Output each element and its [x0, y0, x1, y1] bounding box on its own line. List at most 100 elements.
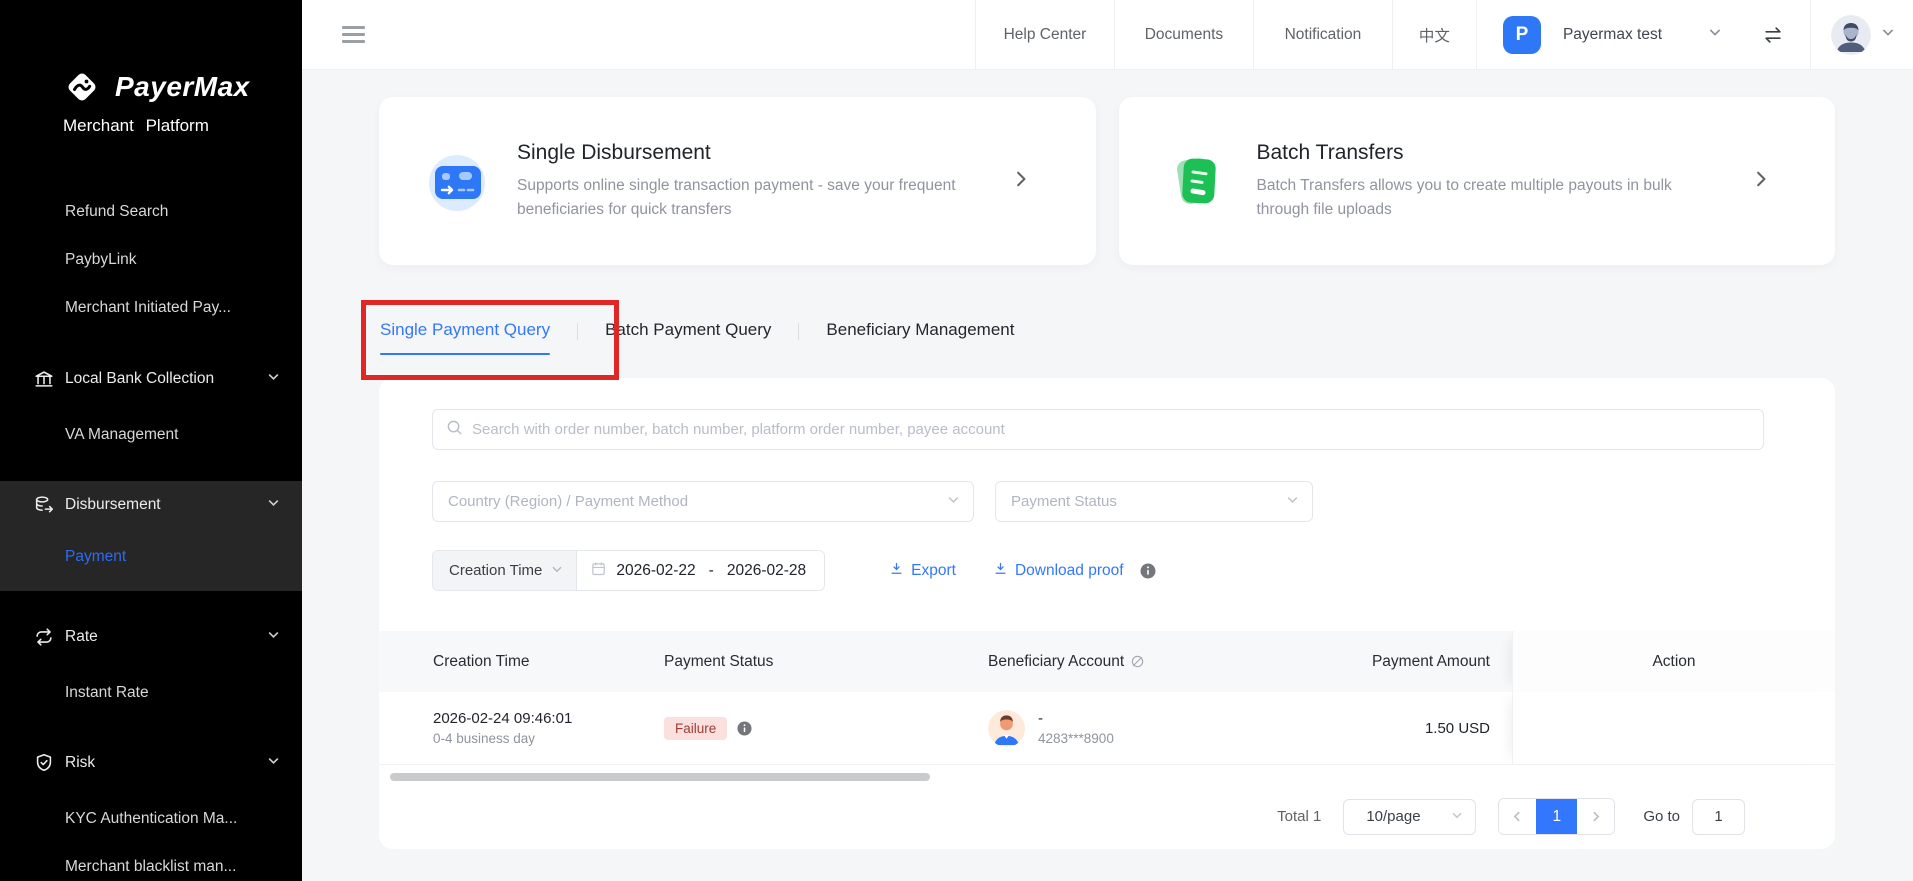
- time-filter-row: Creation Time 2026-02-22 - 2026-02-28 Ex…: [432, 550, 1835, 591]
- brand-logo: PayerMax: [62, 66, 302, 108]
- user-avatar: [1831, 14, 1871, 55]
- header-creation-time: Creation Time: [433, 652, 530, 670]
- payermax-logo-icon: [68, 73, 96, 101]
- time-type-select[interactable]: Creation Time: [433, 551, 578, 590]
- header-action: Action: [1512, 631, 1835, 692]
- payments-table: Creation Time Payment Status Beneficiary…: [379, 631, 1835, 781]
- topbar-notification[interactable]: Notification: [1252, 0, 1392, 69]
- search-bar: [432, 409, 1764, 450]
- shield-icon: [33, 752, 55, 774]
- chevron-down-icon: [267, 754, 280, 772]
- chevron-down-icon: [1451, 808, 1463, 825]
- payment-amount: 1.50 USD: [1424, 719, 1490, 737]
- calendar-icon: [590, 560, 607, 582]
- bank-icon: [33, 368, 55, 390]
- download-icon: [889, 561, 904, 581]
- topbar-help-center[interactable]: Help Center: [974, 0, 1114, 69]
- info-icon[interactable]: [737, 720, 752, 736]
- chevron-down-icon: [267, 496, 280, 514]
- sidebar-item-kyc-authentication[interactable]: KYC Authentication Ma...: [0, 795, 302, 843]
- main-area: Help Center Documents Notification 中文 P …: [302, 0, 1913, 881]
- card-title: Single Disbursement: [517, 141, 711, 165]
- beneficiary-account-number: 4283***8900: [1038, 731, 1114, 746]
- export-button[interactable]: Export: [889, 561, 956, 581]
- search-input[interactable]: [472, 421, 1763, 438]
- topbar-user-menu[interactable]: [1810, 0, 1913, 69]
- tab-single-payment-query[interactable]: Single Payment Query: [380, 320, 551, 355]
- header-beneficiary-account: Beneficiary Account: [988, 631, 1328, 692]
- exchange-icon: [33, 626, 55, 648]
- sidebar-item-refund-search[interactable]: Refund Search: [0, 188, 302, 236]
- row-business-days: 0-4 business day: [433, 731, 536, 746]
- sidebar-item-instant-rate[interactable]: Instant Rate: [0, 669, 302, 717]
- query-tabs: Single Payment Query Batch Payment Query…: [379, 311, 1835, 355]
- card-title: Batch Transfers: [1256, 141, 1404, 165]
- switch-account-icon[interactable]: [1762, 24, 1784, 46]
- sidebar-item-rate[interactable]: Rate: [0, 613, 302, 661]
- batch-transfers-card[interactable]: Batch Transfers Batch Transfers allows y…: [1118, 97, 1835, 265]
- topbar-account-switcher[interactable]: P Payermax test: [1475, 0, 1810, 69]
- sidebar-active-section: Disbursement Payment: [0, 481, 302, 591]
- date-end: 2026-02-28: [726, 561, 807, 579]
- sidebar-item-merchant-initiated-pay[interactable]: Merchant Initiated Pay...: [0, 284, 302, 332]
- chevron-down-icon: [551, 562, 563, 579]
- batch-doc-icon: [1165, 149, 1229, 213]
- topbar: Help Center Documents Notification 中文 P …: [302, 0, 1913, 70]
- chevron-down-icon: [1881, 25, 1895, 44]
- sidebar-item-merchant-blacklist[interactable]: Merchant blacklist man...: [0, 843, 302, 881]
- topbar-right: Help Center Documents Notification 中文 P …: [974, 0, 1913, 69]
- tab-beneficiary-management[interactable]: Beneficiary Management: [826, 320, 1014, 342]
- chevron-down-icon: [267, 370, 280, 388]
- page-number-current[interactable]: 1: [1536, 799, 1578, 834]
- promo-cards: Single Disbursement Supports online sing…: [379, 97, 1835, 265]
- card-description: Batch Transfers allows you to create mul…: [1256, 177, 1672, 218]
- topbar-documents[interactable]: Documents: [1113, 0, 1253, 69]
- chevron-right-icon: [1753, 171, 1769, 192]
- scrollbar-thumb[interactable]: [390, 773, 930, 781]
- next-page-button[interactable]: [1577, 799, 1615, 834]
- sidebar-item-risk[interactable]: Risk: [0, 739, 302, 787]
- header-payment-status: Payment Status: [664, 652, 774, 670]
- header-payment-amount: Payment Amount: [1371, 652, 1490, 670]
- date-separator: -: [708, 561, 714, 579]
- download-icon: [993, 561, 1008, 581]
- status-badge: Failure: [664, 716, 728, 740]
- download-proof-button[interactable]: Download proof: [993, 561, 1156, 581]
- chevron-right-icon: [1013, 171, 1029, 192]
- sidebar: PayerMax Merchant Platform Refund Search…: [0, 0, 302, 881]
- org-badge: P: [1502, 15, 1541, 54]
- eye-off-icon[interactable]: [1130, 654, 1145, 669]
- beneficiary-name: -: [1038, 710, 1043, 727]
- hamburger-menu-icon[interactable]: [336, 20, 371, 49]
- time-filter: Creation Time 2026-02-22 - 2026-02-28: [432, 550, 826, 591]
- sidebar-item-disbursement[interactable]: Disbursement: [0, 481, 302, 529]
- search-icon: [446, 419, 463, 441]
- topbar-language-switch[interactable]: 中文: [1391, 0, 1476, 69]
- sidebar-item-local-bank-collection[interactable]: Local Bank Collection: [0, 355, 302, 403]
- goto-label: Go to: [1643, 808, 1680, 825]
- prev-page-button[interactable]: [1499, 799, 1537, 834]
- query-panel: Country (Region) / Payment Method Paymen…: [379, 378, 1835, 849]
- sidebar-item-va-management[interactable]: VA Management: [0, 411, 302, 459]
- payment-status-select[interactable]: Payment Status: [995, 481, 1313, 522]
- sidebar-item-payment[interactable]: Payment: [0, 529, 302, 585]
- date-range-picker[interactable]: 2026-02-22 - 2026-02-28: [577, 551, 825, 590]
- table-header: Creation Time Payment Status Beneficiary…: [379, 631, 1835, 692]
- table-row[interactable]: 2026-02-24 09:46:01 0-4 business day Fai…: [379, 692, 1835, 765]
- page-content: Single Disbursement Supports online sing…: [302, 70, 1913, 881]
- filters-row: Country (Region) / Payment Method Paymen…: [432, 481, 1835, 522]
- page-size-select[interactable]: 10/page: [1343, 798, 1477, 835]
- date-start: 2026-02-22: [616, 561, 696, 579]
- single-disbursement-card[interactable]: Single Disbursement Supports online sing…: [379, 97, 1096, 265]
- row-creation-time: 2026-02-24 09:46:01: [433, 710, 573, 727]
- pagination: Total 1 10/page 1 Go to: [379, 798, 1835, 835]
- goto-page-input[interactable]: [1692, 798, 1745, 835]
- chevron-down-icon: [1286, 493, 1299, 510]
- tab-batch-payment-query[interactable]: Batch Payment Query: [605, 320, 771, 342]
- sidebar-item-paybylink[interactable]: PaybyLink: [0, 236, 302, 284]
- info-icon[interactable]: [1140, 563, 1156, 579]
- horizontal-scrollbar: [379, 773, 1835, 781]
- card-description: Supports online single transaction payme…: [517, 177, 956, 218]
- country-payment-method-select[interactable]: Country (Region) / Payment Method: [432, 481, 974, 522]
- sidebar-menu: Refund Search PaybyLink Merchant Initiat…: [0, 188, 302, 881]
